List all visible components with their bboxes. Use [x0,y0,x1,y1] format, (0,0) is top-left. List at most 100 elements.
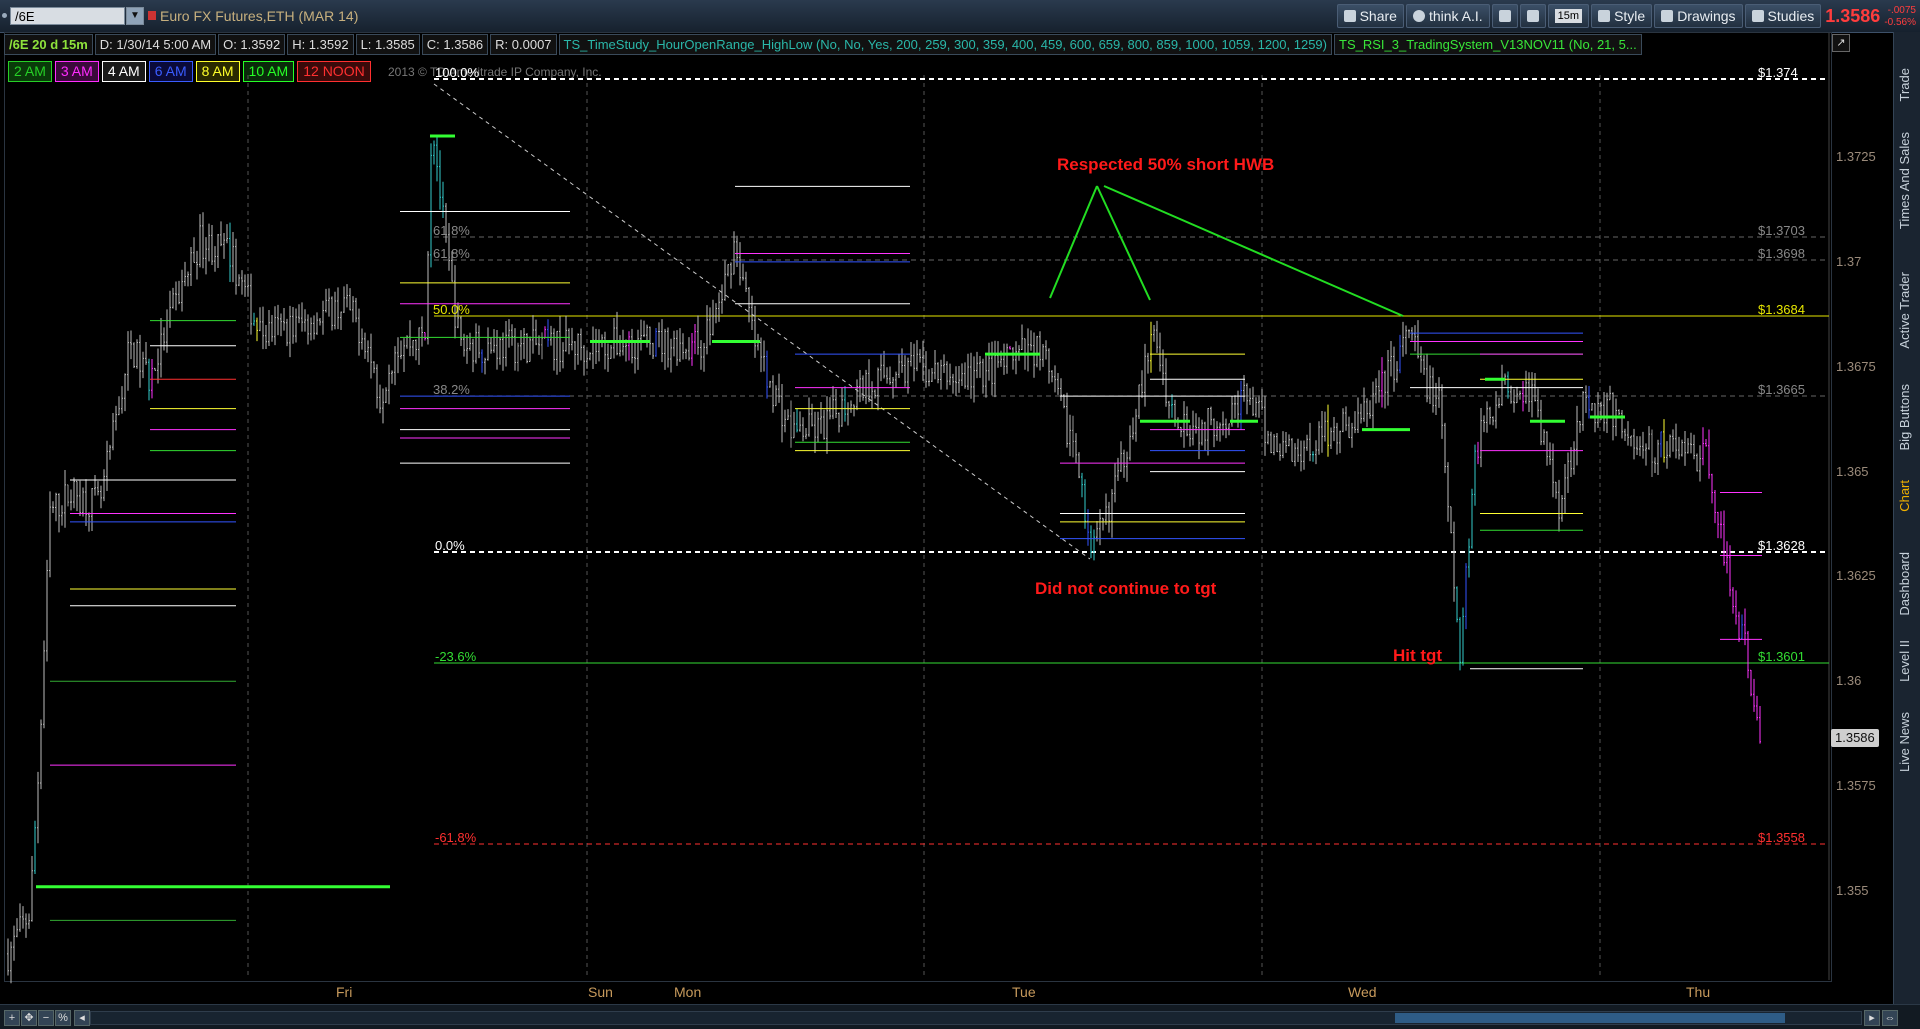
bar-date: D: 1/30/14 5:00 AM [94,33,217,55]
symbol-period[interactable]: /6E 20 d 15m [4,33,93,55]
hour-legend-item: 4 AM [101,61,146,82]
right-tab-big-buttons[interactable]: Big Buttons [1897,384,1912,451]
style-button[interactable]: Style [1591,4,1653,28]
interval-label: 15m [1554,9,1583,23]
price-axis-label: 1.3625 [1836,568,1876,584]
price-axis-label: 1.36 [1836,673,1862,689]
right-side-tabs: Trade Times And Sales Active Trader Big But… [1893,32,1920,1022]
zoom-in-icon[interactable]: + [4,1010,20,1026]
top-toolbar: /6E ▼ Euro FX Futures,ETH (MAR 14) Share… [0,0,1920,33]
right-tab-active-trader[interactable]: Active Trader [1897,272,1912,349]
think-ai-label: think A.I. [1428,8,1483,24]
hour-legend-item: 2 AM [8,61,52,82]
right-tab-trade[interactable]: Trade [1897,68,1912,101]
fib-level-label: 61.8% [433,246,470,261]
crosshair-button[interactable] [1491,4,1518,28]
info-bar: /6E 20 d 15m D: 1/30/14 5:00 AM O: 1.359… [4,33,1642,55]
right-tab-times-and-sales[interactable]: Times And Sales [1897,132,1912,229]
fib-level-price: $1.3698 [1758,246,1805,261]
right-tab-level-ii[interactable]: Level II [1897,640,1912,682]
hour-legend-item: 10 AM [242,61,295,82]
copyright-text: 2013 © TD Ameritrade IP Company, Inc. [388,65,602,79]
time-axis-label: Wed [1348,984,1377,1000]
price-axis-label: 1.37 [1836,253,1862,269]
fib-level-price: $1.374 [1758,65,1798,80]
bar-low: L: 1.3585 [355,33,420,55]
change-block: -.0075 -0.56% [1884,4,1920,28]
time-axis-label: Sun [588,984,613,1000]
last-price: 1.3586 [1825,6,1881,26]
hour-legend-item: 8 AM [195,61,240,82]
expand-icon[interactable]: ⇔ [1882,1010,1898,1026]
hour-legend: 2 AM 3 AM 4 AM 6 AM 8 AM 10 AM 12 NOON [8,61,371,82]
bar-open: O: 1.3592 [218,33,286,55]
fib-level-label: 100.0% [435,65,480,80]
scroll-left-icon[interactable]: ◂ [74,1010,90,1026]
flag-icon [148,11,156,20]
bar-high: H: 1.3592 [287,33,354,55]
crosshair-icon [1498,10,1511,22]
annotation-respected: Respected 50% short HWB [1057,155,1275,174]
fib-level-label: 50.0% [433,302,470,317]
study-menu-icon[interactable]: ↗ [1832,34,1850,52]
change-pct: -0.56% [1884,17,1916,28]
studies-icon [1751,10,1764,22]
time-scrollbar[interactable] [90,1011,1862,1025]
fib-level-label: -23.6% [435,649,477,664]
annotation-hit-target: Hit tgt [1393,646,1443,665]
price-axis-label: 1.355 [1836,883,1869,898]
studies-button[interactable]: Studies [1744,4,1822,28]
style-label: Style [1614,8,1646,24]
drag-icon[interactable]: ✥ [21,1010,37,1026]
pencil-icon [1661,10,1674,22]
time-axis-label: Tue [1012,984,1036,1000]
drawings-label: Drawings [1677,8,1736,24]
fib-level-price: $1.3558 [1758,830,1805,845]
wrench-button[interactable] [1519,4,1546,28]
time-axis-label: Thu [1686,984,1711,1000]
time-axis-label: Fri [336,984,353,1000]
price-axis-label: 1.3575 [1836,778,1876,794]
wrench-icon [1526,10,1539,22]
change-abs: -.0075 [1887,5,1916,16]
price-axis-label: 1.3725 [1836,149,1876,164]
hour-legend-item: 3 AM [54,61,99,82]
fib-level-price: $1.3601 [1758,649,1805,664]
bar-close: C: 1.3586 [421,33,489,55]
style-icon [1598,10,1611,22]
right-tab-dashboard[interactable]: Dashboard [1897,552,1912,616]
study-rsi-trading-system[interactable]: TS_RSI_3_TradingSystem_V13NOV11 (No, 21,… [1334,33,1642,55]
zoom-out-icon[interactable]: − [38,1010,54,1026]
fib-level-price: $1.3665 [1758,382,1805,397]
status-dot-icon [2,13,7,18]
bar-range: R: 0.0007 [490,33,557,55]
scroll-right-icon[interactable]: ▸ [1864,1010,1880,1026]
bottom-bar: + ✥ − % ◂ ▸ ⇔ [0,1004,1920,1029]
price-axis-label: 1.365 [1836,463,1869,479]
symbol-input[interactable]: /6E [10,7,125,25]
fib-level-label: 0.0% [435,538,465,553]
share-icon [1343,10,1356,22]
percent-icon[interactable]: % [55,1010,71,1026]
fib-level-price: $1.3684 [1758,302,1805,317]
scrollbar-thumb[interactable] [1395,1013,1785,1023]
time-axis-label: Mon [674,984,702,1000]
symbol-dropdown-icon[interactable]: ▼ [126,7,144,25]
share-label: Share [1359,8,1397,24]
studies-label: Studies [1767,8,1815,24]
toolbar-buttons: Share think A.I. 15m Style Drawings Stud… [1336,4,1920,28]
interval-button[interactable]: 15m [1547,4,1590,28]
fib-level-price: $1.3703 [1758,223,1805,238]
right-tab-live-news[interactable]: Live News [1897,712,1912,772]
think-ai-button[interactable]: think A.I. [1405,4,1490,28]
current-price-tag: 1.3586 [1831,729,1879,747]
fib-level-label: 38.2% [433,382,470,397]
think-ai-icon [1412,10,1425,22]
drawings-button[interactable]: Drawings [1654,4,1743,28]
hour-legend-item: 12 NOON [297,61,371,82]
study-hour-open-range[interactable]: TS_TimeStudy_HourOpenRange_HighLow (No, … [558,33,1332,55]
right-tab-chart[interactable]: Chart [1897,480,1912,512]
hour-legend-item: 6 AM [148,61,193,82]
share-button[interactable]: Share [1336,4,1404,28]
fib-level-label: -61.8% [435,830,477,845]
